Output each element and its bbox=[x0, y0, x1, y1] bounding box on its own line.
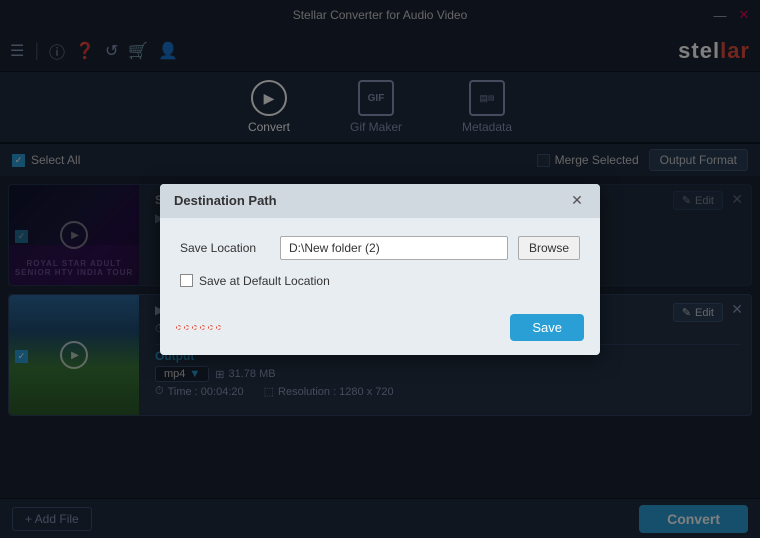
modal-save-location-row: Save Location Browse bbox=[180, 236, 580, 260]
save-default-checkbox[interactable] bbox=[180, 274, 193, 287]
dot-1 bbox=[176, 325, 181, 330]
modal-header: Destination Path ✕ bbox=[160, 184, 600, 218]
dot-5 bbox=[208, 325, 213, 330]
modal-close-button[interactable]: ✕ bbox=[568, 192, 586, 210]
dot-2 bbox=[184, 325, 189, 330]
dot-6 bbox=[216, 325, 221, 330]
modal-body: Save Location Browse Save at Default Loc… bbox=[160, 218, 600, 306]
modal-overlay: Destination Path ✕ Save Location Browse … bbox=[0, 0, 760, 538]
save-location-input[interactable] bbox=[280, 236, 508, 260]
browse-button[interactable]: Browse bbox=[518, 236, 580, 260]
modal-footer: Save bbox=[160, 306, 600, 355]
save-default-row: Save at Default Location bbox=[180, 274, 580, 288]
dot-3 bbox=[192, 325, 197, 330]
save-location-label: Save Location bbox=[180, 241, 270, 255]
destination-path-modal: Destination Path ✕ Save Location Browse … bbox=[160, 184, 600, 355]
modal-decoration-dots bbox=[176, 325, 221, 330]
modal-title: Destination Path bbox=[174, 193, 277, 208]
modal-save-button[interactable]: Save bbox=[510, 314, 584, 341]
dot-4 bbox=[200, 325, 205, 330]
save-default-label: Save at Default Location bbox=[199, 274, 330, 288]
